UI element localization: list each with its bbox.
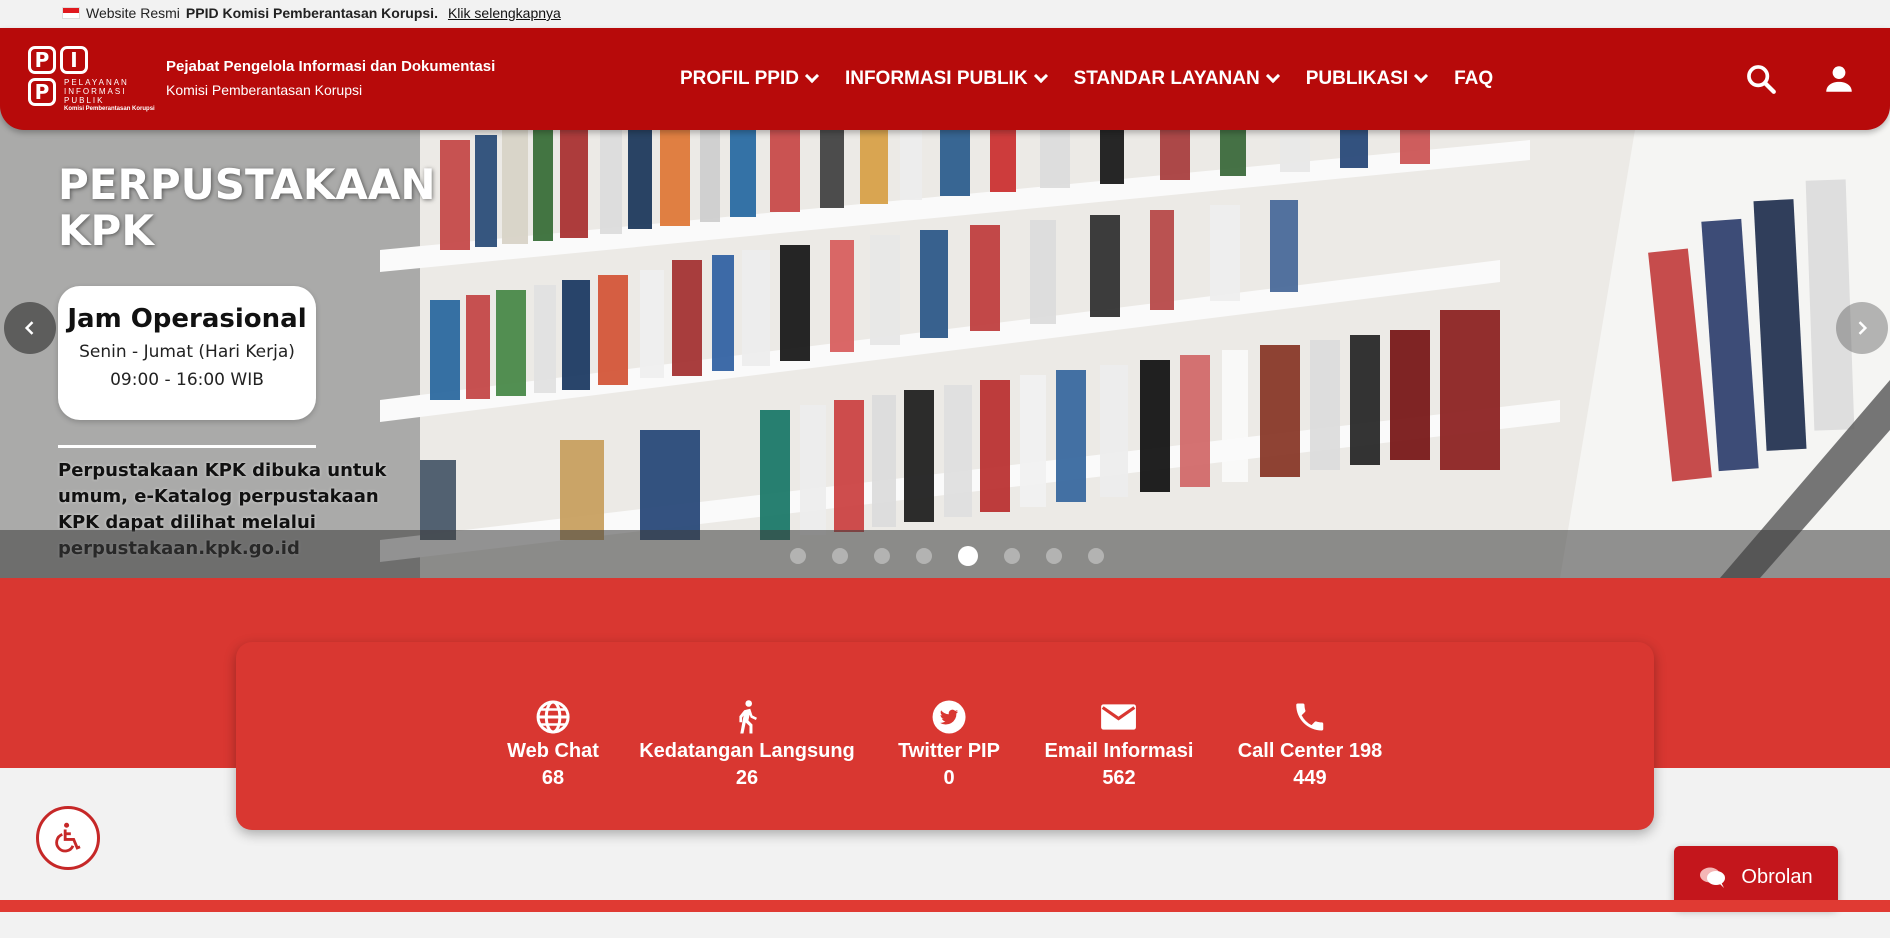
phone-icon: [1238, 698, 1383, 736]
chevron-down-icon: [1033, 68, 1048, 84]
slider-dot-8[interactable]: [1088, 548, 1104, 564]
stat-value: 449: [1293, 767, 1327, 789]
indonesia-flag-icon: [62, 7, 80, 19]
stat-value: 68: [541, 767, 565, 789]
nav-standar-layanan[interactable]: STANDAR LAYANAN: [1073, 68, 1280, 90]
chevron-left-icon: [24, 321, 34, 335]
slider-dot-2[interactable]: [832, 548, 848, 564]
org-subtitle: Komisi Pemberantasan Korupsi: [166, 82, 363, 98]
slider-next-button[interactable]: [1836, 302, 1888, 354]
hero-title: PERPUSTAKAAN KPK: [58, 162, 436, 254]
stat-label: Email Informasi: [1044, 740, 1194, 762]
chat-label: Obrolan: [1741, 865, 1813, 888]
operating-hours: 09:00 - 16:00 WIB: [110, 370, 264, 390]
accessibility-button[interactable]: [36, 806, 100, 870]
org-name: Pejabat Pengelola Informasi dan Dokument…: [166, 58, 495, 98]
chevron-down-icon: [804, 68, 820, 84]
stat-call-center[interactable]: Call Center 198 449: [1237, 698, 1383, 790]
logo-line1: PELAYANAN: [64, 78, 129, 87]
nav-label: PUBLIKASI: [1305, 68, 1409, 89]
slider-prev-button[interactable]: [4, 302, 56, 354]
operating-days: Senin - Jumat (Hari Kerja): [79, 342, 295, 362]
stat-label: Web Chat: [507, 740, 599, 762]
org-title: Pejabat Pengelola Informasi dan Dokument…: [166, 58, 496, 75]
nav-profil-ppid[interactable]: PROFIL PPID: [680, 68, 820, 90]
topbar-prefix: Website Resmi: [86, 5, 180, 21]
stat-web-chat[interactable]: Web Chat 68: [507, 698, 599, 790]
stat-value: 562: [1102, 767, 1136, 789]
slider-dot-7[interactable]: [1046, 548, 1062, 564]
hero-divider: [58, 445, 316, 448]
topbar-more-link[interactable]: Klik selengkapnya: [448, 5, 561, 21]
nav-label: FAQ: [1454, 68, 1494, 89]
slider-dots: [790, 546, 1104, 566]
stat-value: 0: [943, 767, 955, 789]
slider-dot-6[interactable]: [1004, 548, 1020, 564]
stat-kedatangan-langsung[interactable]: Kedatangan Langsung 26: [639, 698, 855, 790]
main-header: P I P PELAYANAN INFORMASI PUBLIK Komisi …: [0, 28, 1890, 130]
account-icon[interactable]: [1822, 62, 1856, 101]
wheelchair-icon: [55, 822, 81, 853]
slider-dot-1[interactable]: [790, 548, 806, 564]
stat-label: Call Center 198: [1237, 740, 1383, 762]
stat-label: Kedatangan Langsung: [639, 740, 855, 762]
stat-twitter-pip[interactable]: Twitter PIP 0: [898, 698, 1000, 790]
bottom-accent-line: [0, 900, 1890, 912]
logo-line2: INFORMASI: [64, 87, 127, 96]
stat-label: Twitter PIP: [898, 740, 1000, 762]
nav-label: PROFIL PPID: [680, 68, 799, 89]
stat-email-informasi[interactable]: Email Informasi 562: [1044, 698, 1194, 790]
email-icon: [1045, 698, 1194, 736]
nav-publikasi[interactable]: PUBLIKASI: [1305, 68, 1429, 90]
hero-title-line1: PERPUSTAKAAN: [58, 160, 436, 209]
nav-faq[interactable]: FAQ: [1454, 68, 1493, 90]
chevron-down-icon: [1265, 68, 1280, 84]
logo-letter-p: P: [28, 46, 56, 74]
operating-hours-title: Jam Operasional: [67, 304, 307, 334]
nav-informasi-publik[interactable]: INFORMASI PUBLIK: [844, 68, 1048, 90]
chevron-right-icon: [1858, 321, 1868, 335]
operating-hours-card: Jam Operasional Senin - Jumat (Hari Kerj…: [58, 286, 316, 420]
nav-label: INFORMASI PUBLIK: [844, 68, 1028, 89]
chevron-down-icon: [1414, 68, 1429, 84]
hero-slider: PERPUSTAKAAN KPK Jam Operasional Senin -…: [0, 100, 1890, 578]
walking-icon: [639, 698, 855, 736]
topbar-site-name: PPID Komisi Pemberantasan Korupsi.: [185, 5, 438, 21]
main-nav: PROFIL PPID INFORMASI PUBLIK STANDAR LAY…: [680, 68, 1493, 90]
ppid-logo[interactable]: P I P PELAYANAN INFORMASI PUBLIK Komisi …: [28, 46, 158, 112]
logo-letter-i: I: [60, 46, 88, 74]
twitter-icon: [898, 698, 1000, 736]
logo-line3: PUBLIK: [64, 96, 105, 105]
nav-label: STANDAR LAYANAN: [1073, 68, 1260, 89]
slider-dot-5[interactable]: [958, 546, 978, 566]
chat-bubble-icon: [1700, 867, 1726, 888]
slider-dot-4[interactable]: [916, 548, 932, 564]
hero-title-line2: KPK: [58, 206, 154, 255]
stat-value: 26: [735, 767, 759, 789]
search-icon[interactable]: [1744, 62, 1778, 101]
service-stats-card: Web Chat 68 Kedatangan Langsung 26 Twitt…: [236, 642, 1654, 830]
logo-org-text: Komisi Pemberantasan Korupsi: [64, 106, 155, 112]
logo-letter-p2: P: [28, 78, 56, 106]
chat-button[interactable]: Obrolan: [1674, 846, 1838, 908]
slider-dot-3[interactable]: [874, 548, 890, 564]
top-info-bar: Website Resmi PPID Komisi Pemberantasan …: [0, 0, 1890, 26]
globe-icon: [507, 698, 599, 736]
logo-text: PELAYANAN INFORMASI PUBLIK: [64, 78, 129, 105]
